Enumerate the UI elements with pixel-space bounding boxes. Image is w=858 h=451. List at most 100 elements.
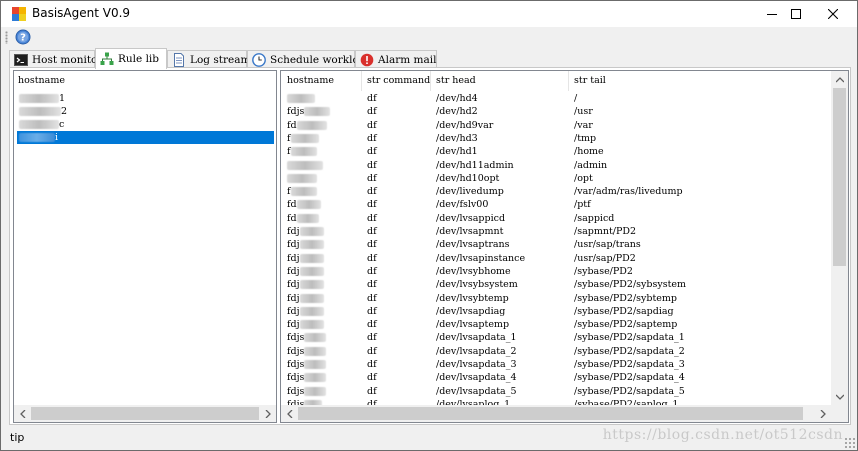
title-bar[interactable]: BasisAgent V0.9 xyxy=(1,1,857,27)
cell-str-command: df xyxy=(367,239,377,251)
cell-str-head: /dev/lvsapmnt xyxy=(436,226,504,237)
column-divider[interactable] xyxy=(568,71,569,91)
resize-grip[interactable] xyxy=(844,437,855,448)
table-row[interactable]: fd df/dev/fslv00/ptf xyxy=(281,198,829,211)
table-row[interactable]: f df/dev/livedump/var/adm/ras/livedump xyxy=(281,185,829,198)
tab-label: Host monitor xyxy=(32,53,103,66)
close-icon xyxy=(828,9,838,19)
cell-str-command: df xyxy=(367,385,377,397)
hostname-list[interactable]: hostname 1 2 c i xyxy=(13,70,277,423)
tab-rule-lib[interactable]: Rule lib xyxy=(95,48,167,69)
table-row[interactable]: fdjs df/dev/lvsapdata_2/sybase/PD2/sapdat… xyxy=(281,345,829,358)
clock-icon xyxy=(252,52,266,67)
tree-icon xyxy=(100,52,114,65)
cell-hostname: fdjs xyxy=(287,105,331,118)
cell-str-head: /dev/lvsapdata_3 xyxy=(436,359,517,370)
column-header-hostname[interactable]: hostname xyxy=(287,75,334,86)
table-row[interactable]: fdj df/dev/lvsaptrans/usr/sap/trans xyxy=(281,238,829,251)
tab-host-monitor[interactable]: Host monitor xyxy=(9,50,102,68)
scroll-up-button[interactable] xyxy=(831,71,848,88)
cell-hostname: fdjs xyxy=(287,358,327,371)
help-icon[interactable]: ? xyxy=(15,29,31,45)
cell-hostname: fd xyxy=(287,212,319,225)
cell-str-tail: /sybase/PD2/sapdata_5 xyxy=(574,385,685,397)
table-row[interactable]: fdj df/dev/lvsapinstance/usr/sap/PD2 xyxy=(281,252,829,265)
hostname-prefix: fdj xyxy=(287,252,300,264)
hostname-prefix: fd xyxy=(287,119,297,131)
table-row[interactable]: fdj df/dev/lvsybsystem/sybase/PD2/sybsyst… xyxy=(281,278,829,291)
scroll-down-button[interactable] xyxy=(831,388,848,405)
close-button[interactable] xyxy=(816,1,850,27)
window-title: BasisAgent V0.9 xyxy=(32,6,131,20)
maximize-button[interactable] xyxy=(779,1,813,27)
table-row[interactable]: fdj df/dev/lvsapmnt/sapmnt/PD2 xyxy=(281,225,829,238)
hostname-list-item-selected[interactable]: i xyxy=(17,131,274,144)
rule-table[interactable]: hostname str command str head str tail d… xyxy=(280,70,849,423)
column-header-str-tail[interactable]: str tail xyxy=(574,75,606,86)
table-row[interactable]: df/dev/hd4 / xyxy=(281,92,829,105)
table-row[interactable]: fd df/dev/hd9var/var xyxy=(281,119,829,132)
hostname-prefix: fdjs xyxy=(287,345,305,357)
cell-str-command: df xyxy=(367,265,377,277)
column-header-str-command[interactable]: str command xyxy=(367,75,430,86)
column-header-str-head[interactable]: str head xyxy=(436,75,476,86)
scroll-right-button[interactable] xyxy=(814,405,831,422)
table-row[interactable]: fdjs df/dev/hd2/usr xyxy=(281,105,829,118)
chevron-down-icon xyxy=(835,394,844,400)
cell-hostname: fdj xyxy=(287,278,324,291)
table-row[interactable]: fdjs df/dev/lvsapdata_5/sybase/PD2/sapdat… xyxy=(281,385,829,398)
tab-label: Log stream xyxy=(190,53,251,66)
table-row[interactable]: fdjs df/dev/lvsapdata_3/sybase/PD2/sapdat… xyxy=(281,358,829,371)
table-row[interactable]: fdjs df/dev/lvsapdata_1/sybase/PD2/sapdat… xyxy=(281,331,829,344)
table-row[interactable]: df/dev/hd10opt/opt xyxy=(281,172,829,185)
cell-str-tail: /ptf xyxy=(574,199,591,211)
column-header-hostname[interactable]: hostname xyxy=(18,75,65,86)
table-row[interactable]: f df/dev/hd1/home xyxy=(281,145,829,158)
column-divider[interactable] xyxy=(430,71,431,91)
tab-schedule-worklog[interactable]: Schedule worklog xyxy=(247,50,366,68)
cell-str-tail: /tmp xyxy=(574,132,597,144)
scroll-thumb[interactable] xyxy=(833,88,846,266)
minimize-icon xyxy=(767,14,777,15)
hostname-list-item[interactable]: c xyxy=(17,118,274,131)
toolbar-grip[interactable] xyxy=(5,31,8,44)
cell-hostname xyxy=(287,92,315,105)
cell-str-head: /dev/hd2 xyxy=(436,106,478,118)
redacted-hostname xyxy=(299,280,324,290)
redacted-hostname xyxy=(19,107,61,116)
table-row[interactable]: fdj df/dev/lvsapdiag/sybase/PD2/sapdiag xyxy=(281,305,829,318)
table-row[interactable]: fdj df/dev/lvsybhome/sybase/PD2 xyxy=(281,265,829,278)
scroll-thumb[interactable] xyxy=(31,407,259,420)
scroll-left-button[interactable] xyxy=(281,405,298,422)
table-row[interactable]: f df/dev/hd3/tmp xyxy=(281,132,829,145)
rule-table-hscrollbar[interactable] xyxy=(281,405,831,422)
hostname-list-hscrollbar[interactable] xyxy=(14,405,276,422)
cell-hostname: f xyxy=(287,132,319,145)
table-row[interactable]: fd df/dev/lvsappicd/sappicd xyxy=(281,212,829,225)
table-row[interactable]: fdj df/dev/lvsaptemp/sybase/PD2/saptemp xyxy=(281,318,829,331)
scroll-left-button[interactable] xyxy=(14,405,31,422)
cell-str-tail: /sybase/PD2 xyxy=(574,265,633,277)
tab-alarm-mail[interactable]: Alarm mail xyxy=(355,50,437,68)
cell-str-command: df xyxy=(367,292,377,304)
chevron-right-icon xyxy=(265,409,271,418)
redacted-hostname xyxy=(304,333,327,343)
tab-log-stream[interactable]: Log stream xyxy=(167,50,251,68)
hostname-prefix: fd xyxy=(287,212,297,224)
scroll-right-button[interactable] xyxy=(259,405,276,422)
hostname-list-item[interactable]: 2 xyxy=(17,105,274,118)
hostname-list-item[interactable]: 1 xyxy=(17,92,274,105)
rule-table-vscrollbar[interactable] xyxy=(831,71,848,405)
table-row[interactable]: fdj df/dev/lvsybtemp/sybase/PD2/sybtemp xyxy=(281,292,829,305)
table-row[interactable]: fdjs df/dev/lvsapdata_4/sybase/PD2/sapdat… xyxy=(281,371,829,384)
table-row[interactable]: df/dev/hd11admin/admin xyxy=(281,159,829,172)
cell-str-head: /dev/lvsapinstance xyxy=(436,252,526,264)
cell-hostname: fdj xyxy=(287,238,324,251)
cell-str-head: /dev/lvsapdata_2 xyxy=(436,345,517,357)
cell-str-command: df xyxy=(367,159,377,171)
scroll-thumb[interactable] xyxy=(298,407,803,420)
cell-str-head: /dev/lvsaptrans xyxy=(436,239,510,251)
cell-str-command: df xyxy=(367,279,377,291)
column-divider[interactable] xyxy=(361,71,362,91)
hostname-prefix: fdj xyxy=(287,292,300,304)
